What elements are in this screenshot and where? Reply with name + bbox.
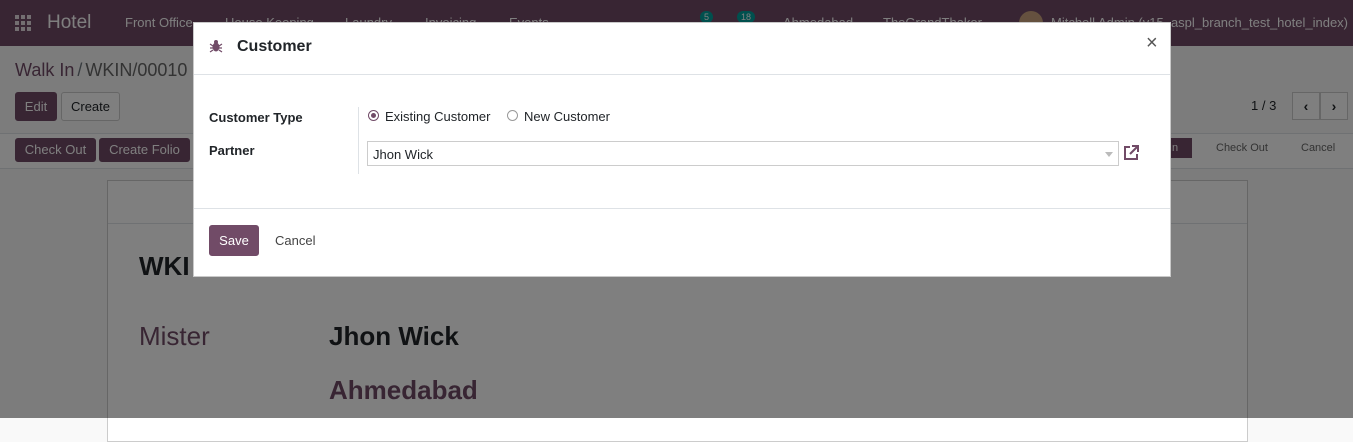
existing-customer-label[interactable]: Existing Customer bbox=[385, 109, 490, 124]
close-icon[interactable]: × bbox=[1146, 33, 1158, 53]
new-customer-label[interactable]: New Customer bbox=[524, 109, 610, 124]
dialog-title: Customer bbox=[237, 38, 312, 55]
partner-select[interactable]: Jhon Wick bbox=[367, 141, 1119, 166]
customer-dialog: Customer × Customer Type Partner Existin… bbox=[193, 22, 1171, 277]
partner-label: Partner bbox=[209, 143, 255, 158]
external-link-icon[interactable] bbox=[1122, 144, 1140, 162]
existing-customer-radio[interactable] bbox=[368, 110, 379, 121]
partner-value: Jhon Wick bbox=[373, 147, 433, 162]
customer-type-label: Customer Type bbox=[209, 110, 303, 125]
bug-icon bbox=[209, 40, 223, 53]
chevron-down-icon[interactable] bbox=[1105, 152, 1113, 157]
dialog-header: Customer × bbox=[194, 23, 1170, 75]
new-customer-radio[interactable] bbox=[507, 110, 518, 121]
dialog-footer: Save Cancel bbox=[194, 208, 1170, 278]
cancel-button[interactable]: Cancel bbox=[275, 233, 315, 248]
save-button[interactable]: Save bbox=[209, 225, 259, 256]
